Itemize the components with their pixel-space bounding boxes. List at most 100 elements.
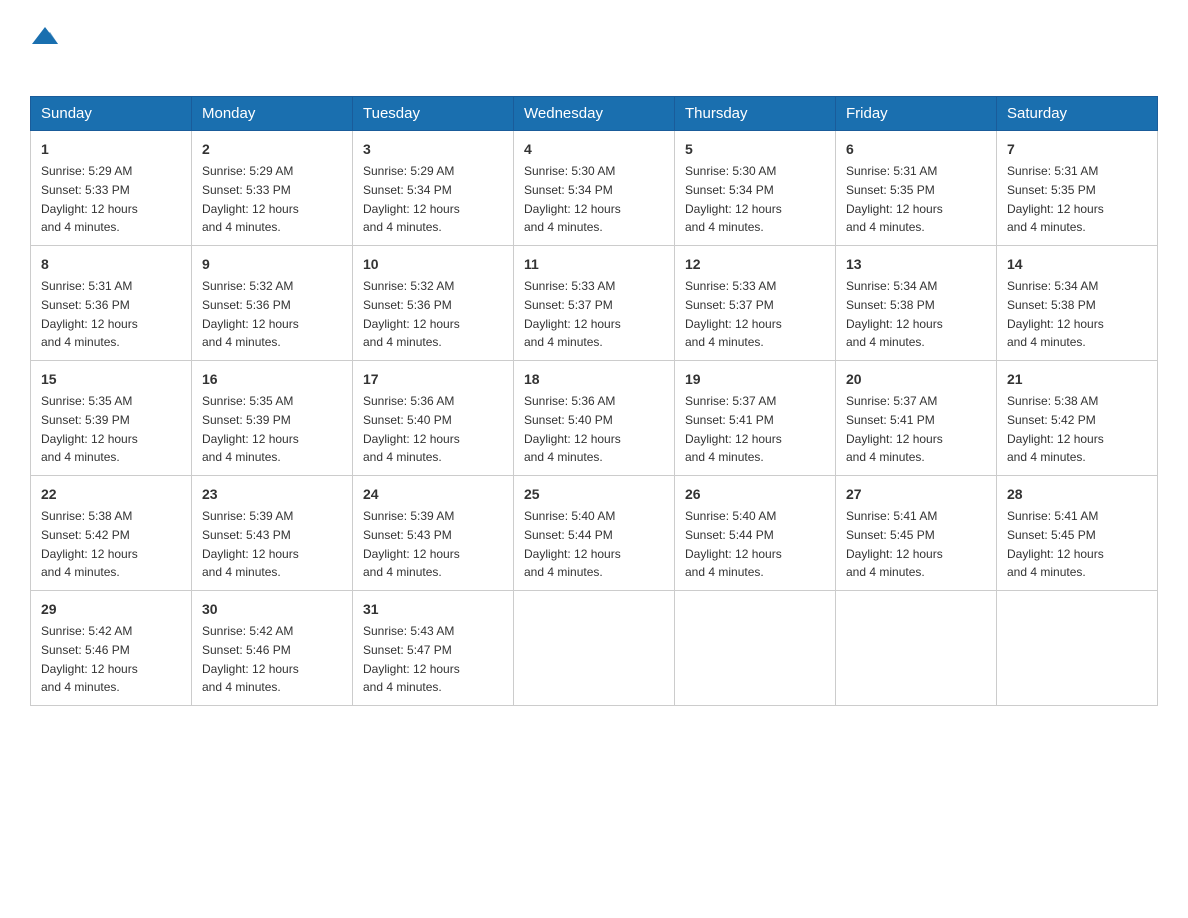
page-header [30, 20, 1158, 76]
calendar-cell [836, 591, 997, 706]
cell-content: Sunrise: 5:43 AMSunset: 5:47 PMDaylight:… [363, 624, 460, 694]
cell-content: Sunrise: 5:34 AMSunset: 5:38 PMDaylight:… [846, 279, 943, 349]
cell-content: Sunrise: 5:38 AMSunset: 5:42 PMDaylight:… [1007, 394, 1104, 464]
cell-content: Sunrise: 5:31 AMSunset: 5:35 PMDaylight:… [846, 164, 943, 234]
col-header-friday: Friday [836, 97, 997, 131]
day-number: 22 [41, 484, 181, 505]
calendar-cell: 28Sunrise: 5:41 AMSunset: 5:45 PMDayligh… [997, 476, 1158, 591]
day-number: 5 [685, 139, 825, 160]
day-number: 15 [41, 369, 181, 390]
week-row-1: 1 Sunrise: 5:29 AMSunset: 5:33 PMDaylight… [31, 131, 1158, 246]
calendar-cell [514, 591, 675, 706]
cell-content: Sunrise: 5:36 AMSunset: 5:40 PMDaylight:… [524, 394, 621, 464]
calendar-cell: 15 Sunrise: 5:35 AMSunset: 5:39 PMDayligh… [31, 361, 192, 476]
logo-icon [30, 22, 60, 52]
col-header-tuesday: Tuesday [353, 97, 514, 131]
calendar-cell: 29 Sunrise: 5:42 AMSunset: 5:46 PMDayligh… [31, 591, 192, 706]
day-number: 9 [202, 254, 342, 275]
cell-content: Sunrise: 5:41 AMSunset: 5:45 PMDaylight:… [846, 509, 943, 579]
calendar-cell: 17 Sunrise: 5:36 AMSunset: 5:40 PMDayligh… [353, 361, 514, 476]
cell-content: Sunrise: 5:31 AMSunset: 5:35 PMDaylight:… [1007, 164, 1104, 234]
calendar-cell: 18 Sunrise: 5:36 AMSunset: 5:40 PMDayligh… [514, 361, 675, 476]
calendar-cell: 25 Sunrise: 5:40 AMSunset: 5:44 PMDayligh… [514, 476, 675, 591]
calendar-cell: 1 Sunrise: 5:29 AMSunset: 5:33 PMDaylight… [31, 131, 192, 246]
day-number: 27 [846, 484, 986, 505]
calendar-cell [675, 591, 836, 706]
calendar-cell: 4 Sunrise: 5:30 AMSunset: 5:34 PMDaylight… [514, 131, 675, 246]
cell-content: Sunrise: 5:37 AMSunset: 5:41 PMDaylight:… [685, 394, 782, 464]
cell-content: Sunrise: 5:36 AMSunset: 5:40 PMDaylight:… [363, 394, 460, 464]
calendar-cell: 16Sunrise: 5:35 AMSunset: 5:39 PMDayligh… [192, 361, 353, 476]
day-number: 14 [1007, 254, 1147, 275]
day-number: 7 [1007, 139, 1147, 160]
day-number: 28 [1007, 484, 1147, 505]
col-header-sunday: Sunday [31, 97, 192, 131]
cell-content: Sunrise: 5:35 AMSunset: 5:39 PMDaylight:… [41, 394, 138, 464]
calendar-cell: 11 Sunrise: 5:33 AMSunset: 5:37 PMDayligh… [514, 246, 675, 361]
calendar-cell: 3 Sunrise: 5:29 AMSunset: 5:34 PMDaylight… [353, 131, 514, 246]
cell-content: Sunrise: 5:29 AMSunset: 5:34 PMDaylight:… [363, 164, 460, 234]
calendar-cell: 8Sunrise: 5:31 AMSunset: 5:36 PMDaylight… [31, 246, 192, 361]
cell-content: Sunrise: 5:40 AMSunset: 5:44 PMDaylight:… [685, 509, 782, 579]
cell-content: Sunrise: 5:33 AMSunset: 5:37 PMDaylight:… [685, 279, 782, 349]
day-number: 20 [846, 369, 986, 390]
day-number: 4 [524, 139, 664, 160]
cell-content: Sunrise: 5:40 AMSunset: 5:44 PMDaylight:… [524, 509, 621, 579]
day-number: 17 [363, 369, 503, 390]
week-row-2: 8Sunrise: 5:31 AMSunset: 5:36 PMDaylight… [31, 246, 1158, 361]
day-number: 3 [363, 139, 503, 160]
cell-content: Sunrise: 5:32 AMSunset: 5:36 PMDaylight:… [363, 279, 460, 349]
calendar-cell: 24 Sunrise: 5:39 AMSunset: 5:43 PMDayligh… [353, 476, 514, 591]
day-number: 23 [202, 484, 342, 505]
cell-content: Sunrise: 5:34 AMSunset: 5:38 PMDaylight:… [1007, 279, 1104, 349]
day-number: 12 [685, 254, 825, 275]
day-number: 6 [846, 139, 986, 160]
cell-content: Sunrise: 5:29 AMSunset: 5:33 PMDaylight:… [41, 164, 138, 234]
calendar-cell: 20 Sunrise: 5:37 AMSunset: 5:41 PMDayligh… [836, 361, 997, 476]
day-number: 21 [1007, 369, 1147, 390]
col-header-monday: Monday [192, 97, 353, 131]
calendar-cell: 27 Sunrise: 5:41 AMSunset: 5:45 PMDayligh… [836, 476, 997, 591]
cell-content: Sunrise: 5:33 AMSunset: 5:37 PMDaylight:… [524, 279, 621, 349]
week-row-3: 15 Sunrise: 5:35 AMSunset: 5:39 PMDayligh… [31, 361, 1158, 476]
day-number: 18 [524, 369, 664, 390]
day-number: 29 [41, 599, 181, 620]
calendar-cell: 10 Sunrise: 5:32 AMSunset: 5:36 PMDayligh… [353, 246, 514, 361]
cell-content: Sunrise: 5:42 AMSunset: 5:46 PMDaylight:… [202, 624, 299, 694]
day-number: 30 [202, 599, 342, 620]
cell-content: Sunrise: 5:39 AMSunset: 5:43 PMDaylight:… [202, 509, 299, 579]
calendar-table: SundayMondayTuesdayWednesdayThursdayFrid… [30, 96, 1158, 706]
calendar-cell: 5Sunrise: 5:30 AMSunset: 5:34 PMDaylight… [675, 131, 836, 246]
cell-content: Sunrise: 5:42 AMSunset: 5:46 PMDaylight:… [41, 624, 138, 694]
calendar-cell: 30 Sunrise: 5:42 AMSunset: 5:46 PMDayligh… [192, 591, 353, 706]
day-number: 31 [363, 599, 503, 620]
calendar-cell: 19Sunrise: 5:37 AMSunset: 5:41 PMDayligh… [675, 361, 836, 476]
calendar-cell [997, 591, 1158, 706]
day-number: 10 [363, 254, 503, 275]
calendar-cell: 23 Sunrise: 5:39 AMSunset: 5:43 PMDayligh… [192, 476, 353, 591]
cell-content: Sunrise: 5:39 AMSunset: 5:43 PMDaylight:… [363, 509, 460, 579]
day-number: 8 [41, 254, 181, 275]
day-number: 2 [202, 139, 342, 160]
calendar-cell: 12 Sunrise: 5:33 AMSunset: 5:37 PMDayligh… [675, 246, 836, 361]
day-number: 1 [41, 139, 181, 160]
calendar-cell: 7 Sunrise: 5:31 AMSunset: 5:35 PMDaylight… [997, 131, 1158, 246]
calendar-cell: 6 Sunrise: 5:31 AMSunset: 5:35 PMDaylight… [836, 131, 997, 246]
calendar-cell: 26 Sunrise: 5:40 AMSunset: 5:44 PMDayligh… [675, 476, 836, 591]
week-row-5: 29 Sunrise: 5:42 AMSunset: 5:46 PMDayligh… [31, 591, 1158, 706]
calendar-cell: 22Sunrise: 5:38 AMSunset: 5:42 PMDayligh… [31, 476, 192, 591]
cell-content: Sunrise: 5:30 AMSunset: 5:34 PMDaylight:… [524, 164, 621, 234]
calendar-cell: 21 Sunrise: 5:38 AMSunset: 5:42 PMDayligh… [997, 361, 1158, 476]
week-row-4: 22Sunrise: 5:38 AMSunset: 5:42 PMDayligh… [31, 476, 1158, 591]
calendar-cell: 31 Sunrise: 5:43 AMSunset: 5:47 PMDayligh… [353, 591, 514, 706]
logo [30, 20, 60, 76]
day-number: 24 [363, 484, 503, 505]
col-header-wednesday: Wednesday [514, 97, 675, 131]
cell-content: Sunrise: 5:37 AMSunset: 5:41 PMDaylight:… [846, 394, 943, 464]
calendar-cell: 9Sunrise: 5:32 AMSunset: 5:36 PMDaylight… [192, 246, 353, 361]
calendar-cell: 2Sunrise: 5:29 AMSunset: 5:33 PMDaylight… [192, 131, 353, 246]
day-number: 16 [202, 369, 342, 390]
day-number: 26 [685, 484, 825, 505]
day-number: 25 [524, 484, 664, 505]
day-number: 11 [524, 254, 664, 275]
